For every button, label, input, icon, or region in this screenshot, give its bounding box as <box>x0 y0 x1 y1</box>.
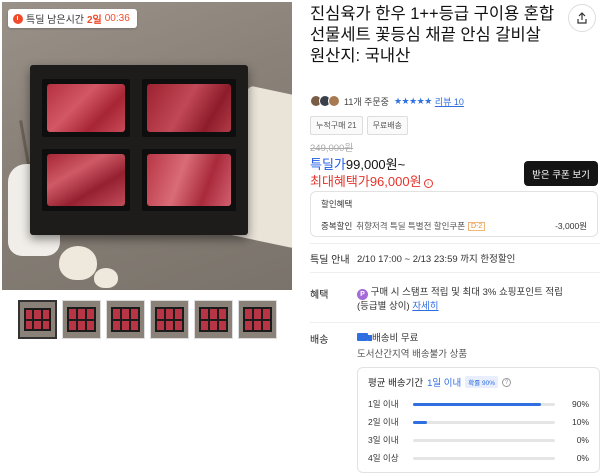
discount-title: 할인혜택 <box>321 199 353 209</box>
meat-compartment <box>42 79 130 137</box>
garlic-decoration <box>94 268 118 288</box>
truck-icon <box>357 333 372 341</box>
thumbnail[interactable] <box>62 300 101 339</box>
delivery-row-percent: 90% <box>571 399 589 409</box>
thumbnail[interactable] <box>238 300 277 339</box>
product-tags: 누적구매 21 무료배송 <box>310 116 409 135</box>
delivery-bar-track <box>413 402 555 406</box>
deal-price-suffix: ~ <box>397 157 406 172</box>
share-button[interactable] <box>568 4 596 32</box>
delivery-bar-fill <box>413 402 541 406</box>
thumbnail[interactable] <box>106 300 145 339</box>
deal-price: 99,000원 <box>345 157 398 172</box>
product-main-image[interactable]: 특딜 남은시간 2일 00:36 <box>2 2 292 290</box>
delivery-row-percent: 0% <box>576 435 589 445</box>
discount-amount: -3,000원 <box>555 221 587 231</box>
deal-info-text: 2/10 17:00 ~ 2/13 23:59 까지 한정할인 <box>357 254 516 265</box>
discount-row: 중복할인 취향저격 특딜 특별전 할인쿠폰 D-2 -3,000원 <box>321 220 587 232</box>
thumbnail[interactable] <box>194 300 233 339</box>
max-benefit-price: 96,000원 <box>369 174 422 189</box>
detail-link[interactable]: 자세히 <box>412 301 438 312</box>
meat-compartment <box>42 149 130 211</box>
delivery-bar-track <box>413 438 555 442</box>
discount-benefit-box: 할인혜택 중복할인 취향저격 특딜 특별전 할인쿠폰 D-2 -3,000원 <box>310 191 598 237</box>
deal-timer-badge: 특딜 남은시간 2일 00:36 <box>8 9 137 28</box>
share-icon <box>577 12 587 24</box>
delivery-row: 4일 이상 0% <box>368 452 589 464</box>
delivery-row-label: 4일 이상 <box>368 453 399 463</box>
meat-compartment <box>142 149 236 211</box>
meat-compartment <box>142 79 236 137</box>
deal-info-label: 특딜 안내 <box>310 255 350 266</box>
delivery-row: 1일 이내 90% <box>368 398 589 410</box>
divider <box>310 243 600 244</box>
point-icon: P <box>357 289 368 300</box>
thumbnail[interactable] <box>150 300 189 339</box>
benefit-line2: (등급별 상이) <box>357 301 410 312</box>
order-count: 11개 주문중 <box>344 96 389 107</box>
timer-time: 00:36 <box>104 13 130 24</box>
info-icon[interactable]: i <box>423 179 433 188</box>
clock-icon <box>13 13 23 24</box>
tag-free-shipping: 무료배송 <box>366 116 409 135</box>
max-benefit-label: 최대혜택가 <box>310 174 370 189</box>
shipping-fee-text: 배송비 무료 <box>372 333 419 344</box>
benefit-text: P 구매 시 스탬프 적립 및 최대 3% 쇼핑포인트 적립 (등급별 상이) … <box>357 286 597 313</box>
rating-stars: ★★★★★ <box>393 95 432 106</box>
delivery-row-percent: 0% <box>576 453 589 463</box>
delivery-period-box: 평균 배송기간 1일 이내 확률 90% ? 1일 이내 90% 2일 이내 1… <box>357 367 600 473</box>
product-title: 진심육가 한우 1++등급 구이용 혼합 선물세트 꽃등심 채끝 안심 갈비살 … <box>310 5 555 65</box>
delivery-bar-fill <box>413 420 428 424</box>
delivery-row-label: 3일 이내 <box>368 435 399 445</box>
buyer-avatars <box>310 95 340 107</box>
max-benefit-line: 최대혜택가96,000원 i <box>310 171 433 190</box>
delivery-row-label: 2일 이내 <box>368 417 399 427</box>
shipping-restriction: 도서산간지역 배송불가 상품 <box>357 349 468 360</box>
deal-price-label: 특딜가 <box>310 157 346 172</box>
thumbnail[interactable] <box>18 300 57 339</box>
timer-label: 특딜 남은시간 <box>26 15 84 26</box>
thumbnail-strip <box>18 300 277 339</box>
delivery-row-percent: 10% <box>571 417 589 427</box>
benefit-line1: 구매 시 스탬프 적립 및 최대 3% 쇼핑포인트 적립 <box>370 287 563 298</box>
dup-discount-text: 취향저격 특딜 특별전 할인쿠폰 <box>356 221 466 231</box>
probability-badge: 확률 90% <box>465 376 499 388</box>
review-link[interactable]: 리뷰 10 <box>435 95 464 108</box>
benefit-label: 혜택 <box>310 290 329 301</box>
divider <box>310 272 600 273</box>
shipping-fee: 배송비 무료 <box>357 330 418 344</box>
delivery-bar-track <box>413 420 555 424</box>
dup-discount-label: 중복할인 <box>321 221 353 231</box>
original-price: 249,000원 <box>310 143 354 154</box>
delivery-bar-track <box>413 456 555 460</box>
view-coupons-button[interactable]: 받은 쿠폰 보기 <box>524 161 598 186</box>
delivery-period-title: 평균 배송기간 1일 이내 확률 90% ? <box>368 375 589 389</box>
delivery-row: 3일 이내 0% <box>368 434 589 446</box>
garlic-decoration <box>59 246 97 280</box>
review-summary: 11개 주문중 ★★★★★ 리뷰 10 <box>310 94 464 108</box>
delivery-row: 2일 이내 10% <box>368 416 589 428</box>
gift-box-tray <box>30 65 248 235</box>
tag-cumulative-purchase: 누적구매 21 <box>310 116 363 135</box>
timer-days: 2일 <box>86 15 102 26</box>
shipping-label: 배송 <box>310 335 329 346</box>
avg-delivery-value: 1일 이내 <box>427 378 462 389</box>
delivery-row-label: 1일 이내 <box>368 399 399 409</box>
divider <box>310 322 600 323</box>
question-icon[interactable]: ? <box>502 377 512 387</box>
dday-badge: D-2 <box>468 221 486 231</box>
avg-delivery-label: 평균 배송기간 <box>368 378 424 389</box>
